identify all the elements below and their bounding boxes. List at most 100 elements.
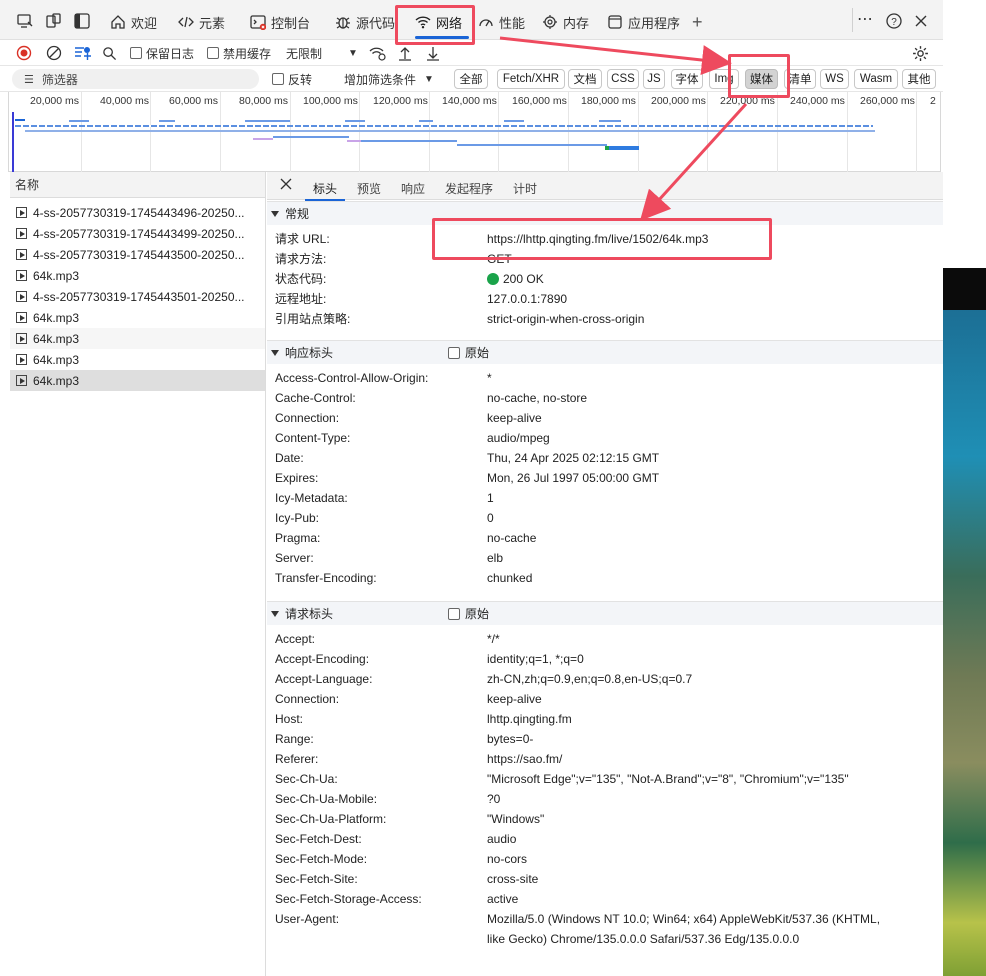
home-icon bbox=[110, 14, 126, 30]
filter-chip-ws[interactable]: WS bbox=[820, 69, 849, 89]
add-tab-button[interactable]: + bbox=[692, 8, 703, 36]
checkbox-label: 原始 bbox=[465, 346, 490, 360]
filter-chip-img[interactable]: Img bbox=[709, 69, 739, 89]
request-row[interactable]: 4-ss-2057730319-1745443499-20250... bbox=[10, 223, 265, 244]
media-icon bbox=[16, 375, 27, 386]
header-value: "Microsoft Edge";v="135", "Not-A.Brand";… bbox=[487, 772, 849, 786]
request-name: 4-ss-2057730319-1745443500-20250... bbox=[33, 247, 245, 262]
checkbox[interactable] bbox=[207, 47, 219, 59]
record-icon[interactable] bbox=[16, 44, 32, 62]
throttling-select[interactable]: 无限制 bbox=[286, 44, 322, 62]
request-bar bbox=[273, 136, 349, 138]
checkbox[interactable] bbox=[272, 73, 284, 85]
tab-application[interactable]: 应用程序 bbox=[607, 8, 680, 36]
header-key: Accept-Encoding: bbox=[275, 652, 370, 666]
request-headers-section-header[interactable]: 请求标头 原始 bbox=[267, 601, 943, 625]
raw-toggle[interactable]: 原始 bbox=[448, 605, 489, 622]
header-key: Content-Type: bbox=[275, 431, 351, 445]
close-icon[interactable] bbox=[912, 12, 930, 30]
request-row[interactable]: 4-ss-2057730319-1745443501-20250... bbox=[10, 286, 265, 307]
filter-chip-media[interactable]: 媒体 bbox=[745, 69, 778, 89]
filter-chip-css[interactable]: CSS bbox=[607, 69, 639, 89]
header-value: https://sao.fm/ bbox=[487, 752, 563, 766]
tick-label: 140,000 ms bbox=[442, 95, 497, 107]
header-value: cross-site bbox=[487, 872, 539, 886]
tab-elements[interactable]: 元素 bbox=[178, 8, 225, 36]
filter-settings-icon[interactable] bbox=[74, 44, 92, 62]
tab-network[interactable]: 网络 bbox=[407, 8, 469, 39]
request-row[interactable]: 4-ss-2057730319-1745443496-20250... bbox=[10, 202, 265, 223]
tab-memory[interactable]: 内存 bbox=[542, 8, 589, 36]
tab-welcome[interactable]: 欢迎 bbox=[110, 8, 157, 36]
device-emulation-icon[interactable] bbox=[16, 12, 34, 30]
more-filters-dropdown[interactable]: 增加筛选条件 ▼ bbox=[344, 70, 434, 88]
request-row[interactable]: 64k.mp3 bbox=[10, 328, 265, 349]
request-row[interactable]: 64k.mp3 bbox=[10, 349, 265, 370]
dock-side-icon[interactable] bbox=[73, 12, 91, 30]
tab-response[interactable]: 响应 bbox=[401, 180, 425, 197]
header-key: 请求方法: bbox=[275, 252, 327, 266]
filter-chip-wasm[interactable]: Wasm bbox=[854, 69, 898, 89]
raw-toggle[interactable]: 原始 bbox=[448, 344, 489, 361]
filter-placeholder: 筛选器 bbox=[41, 72, 78, 87]
header-value: 1 bbox=[487, 491, 494, 505]
header-row: Pragma: no-cache bbox=[275, 528, 927, 548]
search-icon[interactable] bbox=[102, 44, 117, 62]
filter-chip-font[interactable]: 字体 bbox=[671, 69, 703, 89]
preserve-log-checkbox[interactable]: 保留日志 bbox=[130, 44, 194, 62]
request-row[interactable]: 64k.mp3 bbox=[10, 265, 265, 286]
tab-timing[interactable]: 计时 bbox=[513, 180, 537, 197]
filter-chip-doc[interactable]: 文档 bbox=[568, 69, 602, 89]
request-bar bbox=[347, 140, 361, 142]
export-har-icon[interactable] bbox=[426, 44, 440, 62]
request-row[interactable]: 64k.mp3 bbox=[10, 307, 265, 328]
more-options-icon[interactable]: ⋯ bbox=[857, 9, 875, 28]
header-key: Sec-Ch-Ua-Mobile: bbox=[275, 792, 378, 806]
close-detail-icon[interactable] bbox=[279, 177, 293, 194]
chip-label: 清单 bbox=[788, 74, 812, 86]
network-conditions-icon[interactable] bbox=[369, 44, 387, 62]
console-icon bbox=[250, 14, 266, 30]
background-wallpaper bbox=[943, 0, 986, 976]
filter-input[interactable]: ☰ 筛选器 bbox=[12, 69, 259, 89]
tab-performance[interactable]: 性能 bbox=[478, 8, 525, 36]
chevron-down-icon[interactable]: ▼ bbox=[348, 44, 358, 62]
grid-line bbox=[150, 92, 151, 172]
filter-chip-js[interactable]: JS bbox=[643, 69, 665, 89]
grid-line bbox=[777, 92, 778, 172]
tab-sources[interactable]: 源代码 bbox=[335, 8, 395, 36]
tab-headers[interactable]: 标头 bbox=[304, 180, 346, 201]
tab-console[interactable]: 控制台 bbox=[250, 8, 310, 36]
checkbox[interactable] bbox=[448, 346, 460, 359]
section-title: 请求标头 bbox=[285, 607, 334, 621]
filter-chip-other[interactable]: 其他 bbox=[902, 69, 936, 89]
filter-chip-all[interactable]: 全部 bbox=[454, 69, 488, 89]
settings-gear-icon[interactable] bbox=[912, 44, 929, 62]
checkbox[interactable] bbox=[448, 607, 460, 620]
import-har-icon[interactable] bbox=[398, 44, 412, 62]
clear-icon[interactable] bbox=[46, 44, 62, 62]
device-toolbar-icon[interactable] bbox=[45, 12, 63, 30]
request-row-selected[interactable]: 64k.mp3 bbox=[10, 370, 265, 391]
invert-checkbox[interactable]: 反转 bbox=[272, 70, 312, 88]
header-value: chunked bbox=[487, 571, 533, 585]
tab-initiator[interactable]: 发起程序 bbox=[445, 180, 493, 197]
general-section-header[interactable]: 常规 bbox=[267, 201, 943, 225]
name-column-header[interactable]: 名称 bbox=[10, 172, 265, 198]
disable-cache-checkbox[interactable]: 禁用缓存 bbox=[207, 44, 271, 62]
header-row: Sec-Fetch-Storage-Access: active bbox=[275, 889, 927, 909]
network-overview[interactable]: 20,000 ms 40,000 ms 60,000 ms 80,000 ms … bbox=[8, 92, 941, 172]
checkbox[interactable] bbox=[130, 47, 142, 59]
header-row: Sec-Ch-Ua: "Microsoft Edge";v="135", "Not… bbox=[275, 769, 927, 789]
media-icon bbox=[16, 312, 27, 323]
response-headers-section-header[interactable]: 响应标头 原始 bbox=[267, 340, 943, 364]
tab-preview[interactable]: 预览 bbox=[357, 180, 381, 197]
header-value: 0 bbox=[487, 511, 494, 525]
help-icon[interactable]: ? bbox=[885, 12, 903, 30]
request-row[interactable]: 4-ss-2057730319-1745443500-20250... bbox=[10, 244, 265, 265]
header-row: Connection: keep-alive bbox=[275, 689, 927, 709]
filter-chip-fetch-xhr[interactable]: Fetch/XHR bbox=[497, 69, 565, 89]
filter-chip-manifest[interactable]: 清单 bbox=[784, 69, 816, 89]
header-key: Host: bbox=[275, 712, 304, 726]
section-title: 响应标头 bbox=[285, 346, 334, 360]
